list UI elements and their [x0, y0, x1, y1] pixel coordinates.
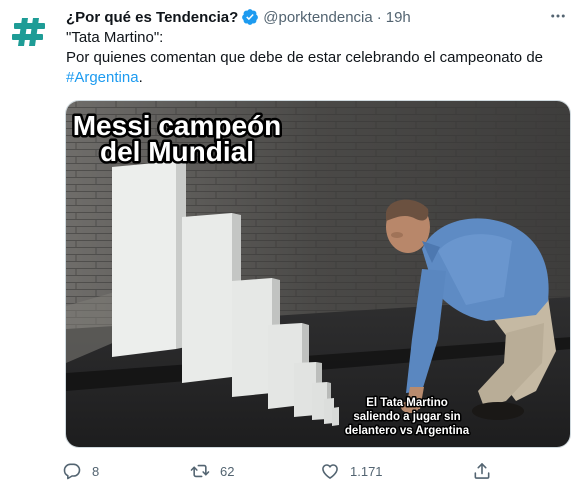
retweet-icon [190, 464, 210, 478]
more-icon[interactable] [547, 7, 569, 25]
action-bar: 8 62 1.171 [62, 458, 567, 484]
like-button[interactable]: 1.171 [320, 461, 472, 481]
separator-dot: · [376, 8, 382, 26]
reply-count: 8 [92, 463, 100, 479]
caption-bottom-line3: delantero vs Argentina [345, 425, 470, 437]
tweet-header: ¿Por qué es Tendencia? @porktendencia · … [66, 6, 553, 28]
like-count: 1.171 [350, 463, 383, 479]
tweet[interactable]: ¿Por qué es Tendencia? @porktendencia · … [0, 0, 583, 493]
hashtag-icon [12, 18, 45, 46]
caption-top-line2: del Mundial [100, 136, 254, 167]
handle[interactable]: @porktendencia [263, 9, 372, 26]
hashtag-link[interactable]: #Argentina [66, 69, 139, 86]
retweet-count: 62 [220, 463, 235, 479]
retweet-button[interactable]: 62 [190, 461, 320, 481]
tweet-body: Por quienes comentan que debe de estar c… [66, 48, 567, 88]
avatar[interactable] [10, 12, 48, 50]
timestamp[interactable]: 19h [386, 9, 411, 26]
reply-icon [63, 463, 81, 480]
reply-button[interactable]: 8 [62, 461, 190, 481]
share-icon [474, 463, 490, 479]
tweet-text: "Tata Martino": Por quienes comentan que… [66, 28, 567, 88]
heart-icon [322, 464, 338, 479]
tweet-title-line: "Tata Martino": [66, 29, 164, 46]
tweet-body-text: Por quienes comentan que debe de estar c… [66, 49, 544, 66]
tweet-media[interactable]: Messi campeón del Mundial El Tata Martin… [65, 100, 571, 448]
share-button[interactable] [472, 461, 502, 481]
verified-badge-icon [242, 9, 259, 25]
meme-image: Messi campeón del Mundial El Tata Martin… [66, 101, 570, 447]
hashtag-suffix: . [138, 69, 143, 86]
display-name[interactable]: ¿Por qué es Tendencia? [66, 9, 238, 26]
caption-bottom-line1: El Tata Martino [366, 397, 448, 409]
caption-bottom-line2: saliendo a jugar sin [353, 411, 460, 423]
